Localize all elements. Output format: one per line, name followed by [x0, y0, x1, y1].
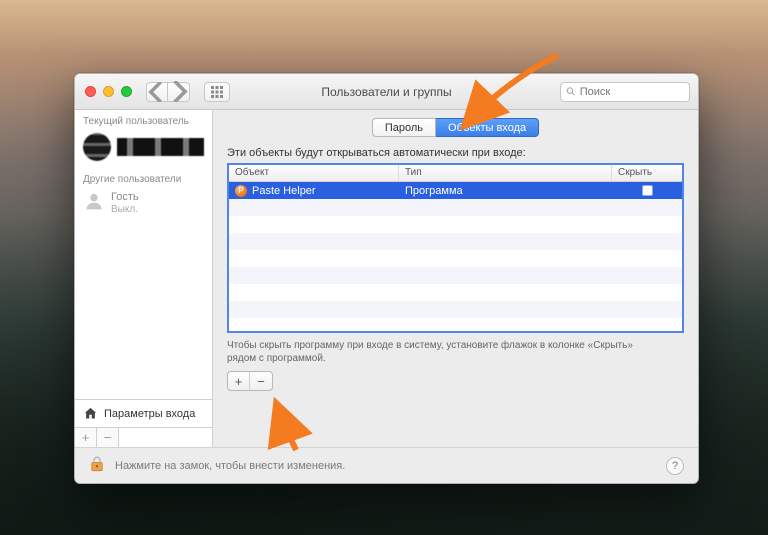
- window-controls: [83, 86, 132, 97]
- search-input[interactable]: [580, 86, 684, 98]
- hide-checkbox[interactable]: [642, 185, 653, 196]
- table-body: P Paste Helper Программа: [229, 182, 682, 331]
- col-item[interactable]: Объект: [229, 165, 399, 181]
- back-button[interactable]: [146, 82, 168, 102]
- zoom-window-button[interactable]: [121, 86, 132, 97]
- empty-rows: [229, 199, 682, 331]
- other-users-section-label: Другие пользователи: [75, 168, 212, 188]
- autostart-label: Эти объекты будут открываться автоматиче…: [227, 147, 684, 159]
- col-kind[interactable]: Тип: [399, 165, 612, 181]
- preferences-window: Пользователи и группы Текущий пользовате…: [74, 73, 699, 484]
- sidebar-add-remove: + −: [75, 427, 212, 447]
- current-user-avatar: [83, 133, 111, 161]
- help-button[interactable]: ?: [666, 457, 684, 475]
- hide-hint: Чтобы скрыть программу при входе в систе…: [227, 339, 647, 365]
- remove-login-item-button[interactable]: −: [250, 372, 272, 390]
- table-row[interactable]: P Paste Helper Программа: [229, 182, 682, 199]
- row-item-kind: Программа: [399, 185, 612, 197]
- minimize-window-button[interactable]: [103, 86, 114, 97]
- tab-login-items[interactable]: Объекты входа: [436, 118, 539, 137]
- guest-user-row[interactable]: Гость Выкл.: [75, 188, 212, 221]
- main-pane: Пароль Объекты входа Эти объекты будут о…: [213, 110, 698, 447]
- app-icon: P: [235, 185, 247, 197]
- guest-user-status: Выкл.: [111, 204, 139, 215]
- login-options-label: Параметры входа: [104, 408, 195, 420]
- table-header: Объект Тип Скрыть: [229, 165, 682, 182]
- chevron-right-icon: [168, 81, 189, 102]
- current-user-row[interactable]: [75, 130, 212, 164]
- tab-password[interactable]: Пароль: [372, 118, 436, 137]
- current-user-name-redacted: [117, 138, 204, 156]
- footer: Нажмите на замок, чтобы внести изменения…: [75, 447, 698, 483]
- close-window-button[interactable]: [85, 86, 96, 97]
- lock-icon: [89, 455, 105, 473]
- show-all-button[interactable]: [204, 82, 230, 102]
- lock-text: Нажмите на замок, чтобы внести изменения…: [115, 460, 345, 472]
- tabs: Пароль Объекты входа: [227, 118, 684, 137]
- user-silhouette-icon: [84, 191, 104, 211]
- users-sidebar: Текущий пользователь Другие пользователи…: [75, 110, 213, 447]
- chevron-left-icon: [147, 82, 167, 102]
- login-items-add-remove: + −: [227, 371, 273, 391]
- add-user-button[interactable]: +: [75, 428, 97, 447]
- login-items-table: Объект Тип Скрыть P Paste Helper Програм…: [227, 163, 684, 333]
- nav-back-forward: [146, 82, 190, 102]
- login-options-button[interactable]: Параметры входа: [75, 399, 212, 427]
- row-item-name: Paste Helper: [252, 185, 316, 197]
- search-field[interactable]: [560, 82, 690, 102]
- search-icon: [566, 86, 576, 97]
- add-login-item-button[interactable]: +: [228, 372, 250, 390]
- grid-icon: [211, 86, 223, 98]
- titlebar: Пользователи и группы: [75, 74, 698, 110]
- remove-user-button[interactable]: −: [97, 428, 119, 447]
- window-body: Текущий пользователь Другие пользователи…: [75, 110, 698, 447]
- house-icon: [83, 406, 98, 421]
- guest-user-name: Гость: [111, 191, 139, 204]
- current-user-section-label: Текущий пользователь: [75, 110, 212, 130]
- col-hide[interactable]: Скрыть: [612, 165, 682, 181]
- forward-button[interactable]: [168, 82, 190, 102]
- lock-button[interactable]: [89, 455, 105, 476]
